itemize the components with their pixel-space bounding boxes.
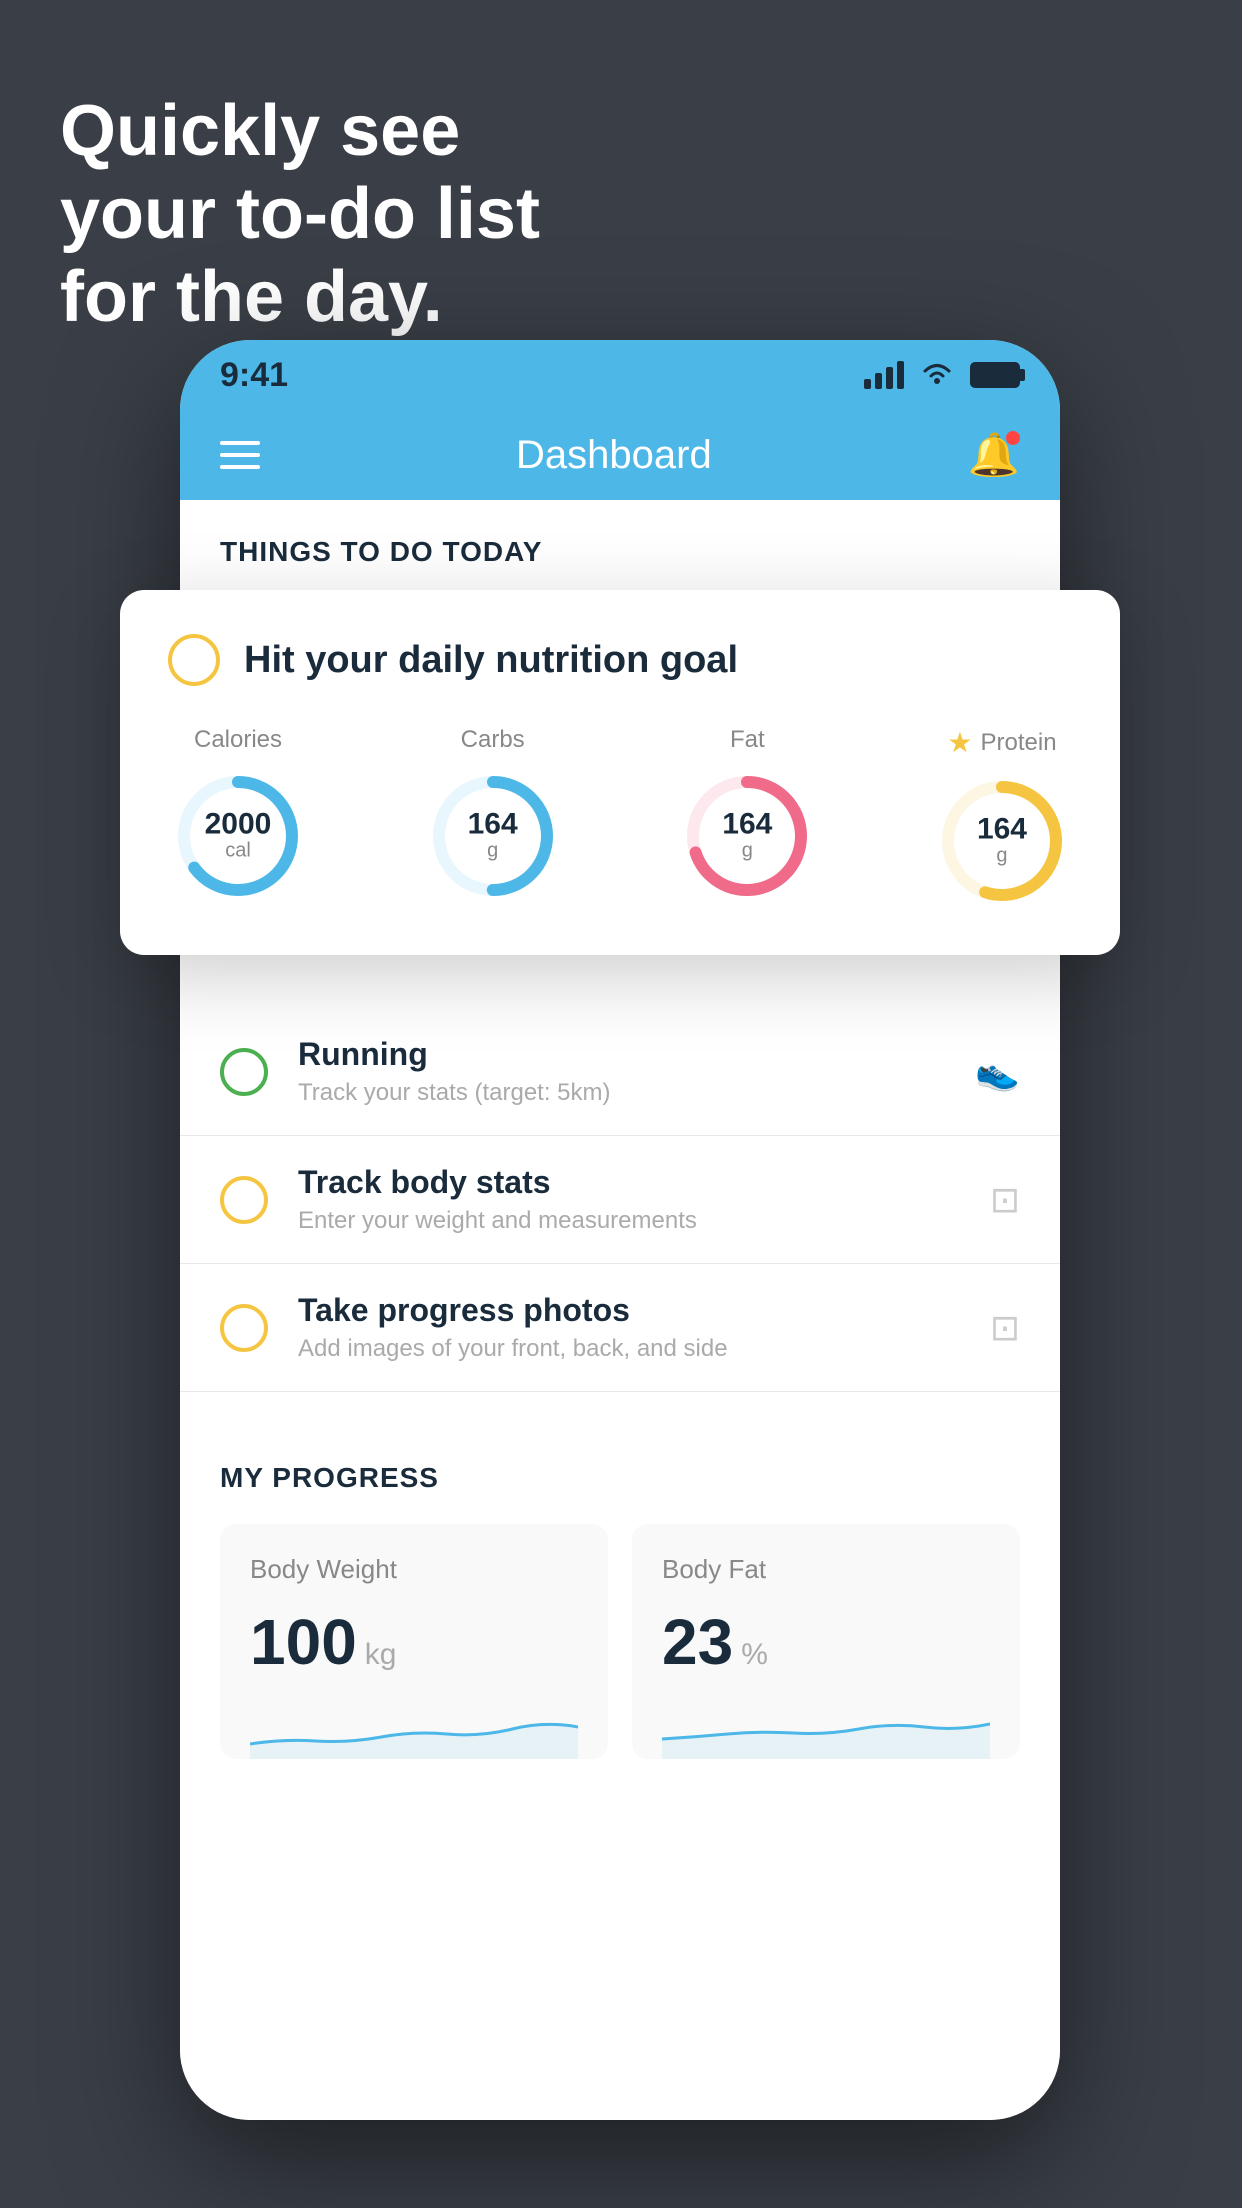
body-weight-unit: kg: [365, 1638, 397, 1672]
todo-label-body-stats: Track body stats: [298, 1164, 990, 1201]
progress-cards: Body Weight 100 kg Body Fat: [220, 1524, 1020, 1759]
macro-calories-text: 2000 cal: [205, 810, 272, 863]
notification-dot: [1006, 431, 1020, 445]
signal-icon: [864, 361, 904, 389]
macros-row: Calories 2000 cal Carbs: [168, 726, 1072, 911]
todo-label-running: Running: [298, 1036, 975, 1073]
nutrition-card-title: Hit your daily nutrition goal: [244, 639, 738, 682]
macro-carbs-circle: 164 g: [423, 766, 563, 906]
progress-section: MY PROGRESS Body Weight 100 kg: [180, 1422, 1060, 1759]
macro-calories: Calories 2000 cal: [168, 726, 308, 906]
star-icon: ★: [947, 726, 972, 759]
things-today-header: THINGS TO DO TODAY: [180, 500, 1060, 588]
body-weight-chart: [250, 1699, 578, 1759]
macro-carbs-unit: g: [468, 840, 518, 863]
body-weight-card: Body Weight 100 kg: [220, 1524, 608, 1759]
status-bar: 9:41: [180, 340, 1060, 410]
photo-icon: ⊡: [990, 1307, 1020, 1349]
nav-title: Dashboard: [516, 433, 712, 478]
macro-fat-text: 164 g: [722, 810, 772, 863]
todo-item-body-stats[interactable]: Track body stats Enter your weight and m…: [180, 1136, 1060, 1264]
body-weight-title: Body Weight: [250, 1554, 578, 1585]
macro-fat-value: 164: [722, 810, 772, 840]
nav-bar: Dashboard 🔔: [180, 410, 1060, 500]
macro-fat-label: Fat: [730, 726, 765, 754]
macro-protein-label: Protein: [981, 729, 1057, 757]
battery-icon: [970, 362, 1020, 388]
todo-check-progress-photos: [220, 1304, 268, 1352]
macro-protein: ★ Protein 164 g: [932, 726, 1072, 911]
todo-sub-body-stats: Enter your weight and measurements: [298, 1207, 990, 1235]
nutrition-card: Hit your daily nutrition goal Calories 2…: [120, 590, 1120, 955]
todo-text-progress-photos: Take progress photos Add images of your …: [298, 1292, 990, 1363]
macro-calories-circle: 2000 cal: [168, 766, 308, 906]
nutrition-check-circle: [168, 634, 220, 686]
notification-button[interactable]: 🔔: [968, 431, 1020, 480]
nutrition-card-header: Hit your daily nutrition goal: [168, 634, 1072, 686]
macro-fat-circle: 164 g: [677, 766, 817, 906]
body-fat-title: Body Fat: [662, 1554, 990, 1585]
running-icon: 👟: [975, 1051, 1020, 1093]
body-fat-chart: [662, 1699, 990, 1759]
status-time: 9:41: [220, 356, 288, 395]
macro-fat: Fat 164 g: [677, 726, 817, 906]
hero-headline: Quickly see your to-do list for the day.: [60, 90, 540, 338]
scale-icon: ⊡: [990, 1179, 1020, 1221]
todo-label-progress-photos: Take progress photos: [298, 1292, 990, 1329]
body-fat-value: 23: [662, 1605, 733, 1679]
macro-calories-unit: cal: [205, 840, 272, 863]
macro-carbs-value: 164: [468, 810, 518, 840]
todo-list: Running Track your stats (target: 5km) 👟…: [180, 1008, 1060, 1392]
macro-fat-unit: g: [722, 840, 772, 863]
todo-item-running[interactable]: Running Track your stats (target: 5km) 👟: [180, 1008, 1060, 1136]
body-fat-card: Body Fat 23 %: [632, 1524, 1020, 1759]
macro-protein-label-row: ★ Protein: [947, 726, 1056, 759]
todo-text-running: Running Track your stats (target: 5km): [298, 1036, 975, 1107]
status-icons: [864, 359, 1020, 392]
macro-protein-unit: g: [977, 845, 1027, 868]
macro-carbs: Carbs 164 g: [423, 726, 563, 906]
body-weight-value-row: 100 kg: [250, 1605, 578, 1679]
todo-item-progress-photos[interactable]: Take progress photos Add images of your …: [180, 1264, 1060, 1392]
body-fat-unit: %: [741, 1638, 768, 1672]
body-weight-value: 100: [250, 1605, 357, 1679]
todo-sub-running: Track your stats (target: 5km): [298, 1079, 975, 1107]
wifi-icon: [920, 359, 954, 392]
macro-carbs-text: 164 g: [468, 810, 518, 863]
macro-calories-value: 2000: [205, 810, 272, 840]
body-fat-value-row: 23 %: [662, 1605, 990, 1679]
macro-carbs-label: Carbs: [461, 726, 525, 754]
todo-sub-progress-photos: Add images of your front, back, and side: [298, 1335, 990, 1363]
macro-calories-label: Calories: [194, 726, 282, 754]
macro-protein-text: 164 g: [977, 815, 1027, 868]
macro-protein-value: 164: [977, 815, 1027, 845]
todo-text-body-stats: Track body stats Enter your weight and m…: [298, 1164, 990, 1235]
macro-protein-circle: 164 g: [932, 771, 1072, 911]
progress-header: MY PROGRESS: [220, 1462, 1020, 1494]
todo-check-running: [220, 1048, 268, 1096]
menu-button[interactable]: [220, 441, 260, 469]
todo-check-body-stats: [220, 1176, 268, 1224]
